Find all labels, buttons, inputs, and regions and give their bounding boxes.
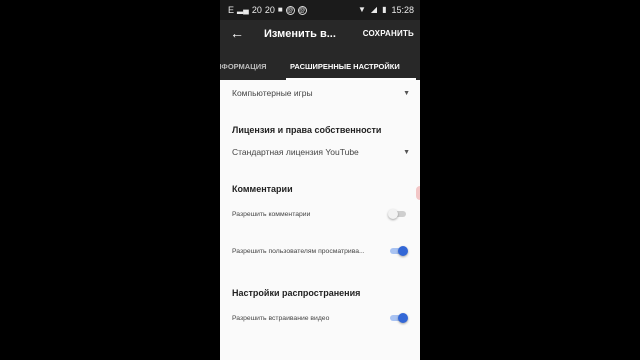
license-value: Стандартная лицензия YouTube — [232, 147, 359, 157]
battery-icon: ▮ — [382, 5, 387, 14]
signal-b-label: 20 — [264, 5, 275, 15]
settings-content: Компьютерные игры ▼ Лицензия и права соб… — [220, 80, 420, 360]
dropdown-arrow-icon: ▼ — [403, 149, 410, 156]
phone-screen: E ▂▄ 20 20 ■ @ @ ▼ ◢ ▮ 15:28 ← Изменить … — [220, 0, 420, 360]
allow-embedding-toggle[interactable] — [388, 312, 408, 324]
app-bar: ← Изменить в... СОХРАНИТЬ — [220, 20, 420, 50]
status-bar: E ▂▄ 20 20 ■ @ @ ▼ ◢ ▮ 15:28 — [220, 0, 420, 20]
tab-advanced-settings[interactable]: РАСШИРЕННЫЕ НАСТРОЙКИ — [290, 62, 400, 71]
license-heading: Лицензия и права собственности — [232, 125, 382, 135]
page-title: Изменить в... — [264, 28, 336, 40]
dropdown-arrow-icon: ▼ — [403, 90, 410, 97]
camera-icon: ■ — [277, 5, 283, 14]
allow-embedding-label: Разрешить встраивание видео — [232, 315, 330, 322]
app-notification-icon: @ — [285, 5, 295, 15]
allow-view-ratings-label: Разрешить пользователям просматрива... — [232, 248, 365, 255]
carrier-indicator: E — [228, 5, 235, 15]
category-value: Компьютерные игры — [232, 88, 313, 98]
allow-comments-toggle[interactable] — [388, 208, 408, 220]
toggle-knob — [398, 246, 408, 256]
wifi-icon: ▼ — [357, 5, 366, 14]
toggle-knob — [388, 209, 398, 219]
app-notification-icon-2: @ — [297, 5, 307, 15]
distribution-heading: Настройки распространения — [232, 288, 361, 298]
allow-view-ratings-toggle[interactable] — [388, 245, 408, 257]
letterbox-frame: E ▂▄ 20 20 ■ @ @ ▼ ◢ ▮ 15:28 ← Изменить … — [0, 0, 640, 360]
signal-icon: ▂▄ — [237, 5, 249, 14]
category-dropdown[interactable]: Компьютерные игры ▼ — [232, 88, 410, 104]
tab-bar: НФОРМАЦИЯ РАСШИРЕННЫЕ НАСТРОЙКИ — [220, 50, 420, 80]
allow-comments-label: Разрешить комментарии — [232, 211, 311, 218]
comments-heading: Комментарии — [232, 184, 293, 194]
clock: 15:28 — [391, 5, 414, 15]
license-dropdown[interactable]: Стандартная лицензия YouTube ▼ — [232, 147, 410, 163]
status-right-icons: ▼ ◢ ▮ 15:28 — [358, 0, 414, 20]
status-left-icons: E ▂▄ 20 20 ■ @ @ — [228, 0, 307, 20]
cell-signal-icon: ◢ — [370, 5, 378, 14]
toggle-knob — [398, 313, 408, 323]
tab-info[interactable]: НФОРМАЦИЯ — [220, 62, 266, 71]
signal-a-label: 20 — [251, 5, 262, 15]
back-arrow-icon[interactable]: ← — [230, 25, 244, 41]
scroll-edge-glow — [416, 186, 420, 200]
save-button[interactable]: СОХРАНИТЬ — [363, 29, 414, 38]
